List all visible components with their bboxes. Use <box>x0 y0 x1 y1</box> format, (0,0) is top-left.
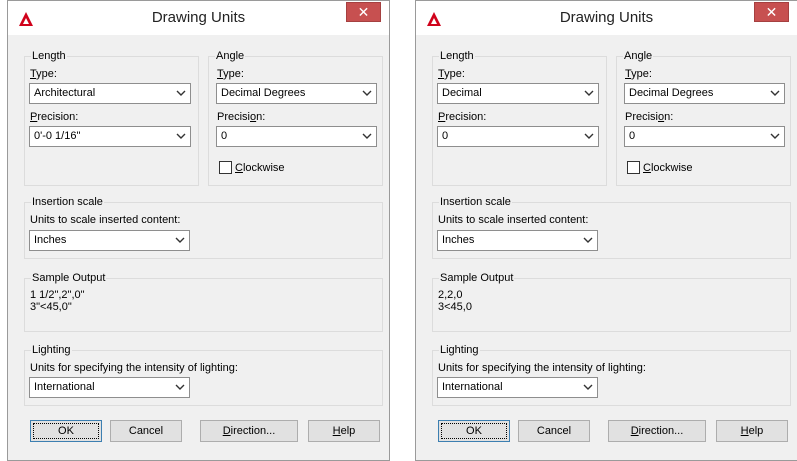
lighting-group-label: Lighting <box>31 344 72 357</box>
direction-button[interactable]: Direction... <box>200 420 298 442</box>
angle-precision-select[interactable]: 0 <box>216 126 377 147</box>
chevron-down-icon <box>770 90 780 96</box>
chevron-down-icon <box>583 384 593 390</box>
ok-button[interactable]: OK <box>438 420 510 442</box>
angle-type-select[interactable]: Decimal Degrees <box>216 83 377 104</box>
angle-type-label: Type: <box>217 68 244 80</box>
close-icon: ✕ <box>357 4 370 20</box>
length-type-label: Type: <box>438 68 465 80</box>
clockwise-label[interactable]: Clockwise <box>235 162 285 175</box>
chevron-down-icon <box>584 133 594 139</box>
help-button[interactable]: Help <box>716 420 788 442</box>
sample-output-group-label: Sample Output <box>31 272 107 285</box>
sample-output-line-1: 1 1/2",2",0" <box>30 289 85 301</box>
insertion-units-select[interactable]: Inches <box>437 230 598 251</box>
length-type-select[interactable]: Architectural <box>29 83 191 104</box>
help-button[interactable]: Help <box>308 420 380 442</box>
angle-precision-label: Precision: <box>625 111 674 123</box>
insertion-scale-group-label: Insertion scale <box>31 196 104 209</box>
length-group-label: Length <box>439 50 475 63</box>
lighting-units-label: Units for specifying the intensity of li… <box>30 362 238 374</box>
chevron-down-icon <box>175 237 185 243</box>
length-precision-label: Precision: <box>30 111 79 123</box>
chevron-down-icon <box>176 133 186 139</box>
length-type-value: Decimal <box>442 87 482 99</box>
title-bar[interactable]: Drawing Units ✕ <box>8 1 389 35</box>
angle-type-value: Decimal Degrees <box>221 87 306 99</box>
lighting-units-value: International <box>442 381 503 393</box>
chevron-down-icon <box>175 384 185 390</box>
angle-group-label: Angle <box>215 50 246 63</box>
lighting-group-label: Lighting <box>439 344 480 357</box>
sample-output-group: Sample Output <box>24 272 383 332</box>
angle-type-value: Decimal Degrees <box>629 87 714 99</box>
close-icon: ✕ <box>765 4 778 20</box>
chevron-down-icon <box>362 90 372 96</box>
sample-output-line-1: 2,2,0 <box>438 289 463 301</box>
direction-button[interactable]: Direction... <box>608 420 706 442</box>
length-type-value: Architectural <box>34 87 96 99</box>
length-precision-label: Precision: <box>438 111 487 123</box>
ok-button-label: OK <box>441 423 507 439</box>
insertion-units-value: Inches <box>34 234 67 246</box>
length-precision-select[interactable]: 0'-0 1/16" <box>29 126 191 147</box>
angle-type-select[interactable]: Decimal Degrees <box>624 83 785 104</box>
cancel-button[interactable]: Cancel <box>518 420 590 442</box>
angle-precision-select[interactable]: 0 <box>624 126 785 147</box>
chevron-down-icon <box>584 90 594 96</box>
insertion-units-label: Units to scale inserted content: <box>438 214 589 226</box>
chevron-down-icon <box>583 237 593 243</box>
drawing-units-dialog-architectural: Drawing Units ✕ Length Type: Architectur… <box>7 0 390 461</box>
sample-output-line-2: 3"<45,0" <box>30 301 72 313</box>
chevron-down-icon <box>362 133 372 139</box>
angle-type-label: Type: <box>625 68 652 80</box>
length-precision-select[interactable]: 0 <box>437 126 599 147</box>
clockwise-checkbox[interactable] <box>627 161 640 174</box>
lighting-units-select[interactable]: International <box>29 377 190 398</box>
close-button[interactable]: ✕ <box>346 2 381 22</box>
insertion-units-label: Units to scale inserted content: <box>30 214 181 226</box>
chevron-down-icon <box>176 90 186 96</box>
sample-output-group: Sample Output <box>432 272 791 332</box>
clockwise-label[interactable]: Clockwise <box>643 162 693 175</box>
cancel-button[interactable]: Cancel <box>110 420 182 442</box>
angle-precision-value: 0 <box>221 130 228 142</box>
sample-output-group-label: Sample Output <box>439 272 515 285</box>
close-button[interactable]: ✕ <box>754 2 789 22</box>
lighting-units-select[interactable]: International <box>437 377 598 398</box>
lighting-units-label: Units for specifying the intensity of li… <box>438 362 646 374</box>
angle-precision-label: Precision: <box>217 111 266 123</box>
angle-group-label: Angle <box>623 50 654 63</box>
ok-button-label: OK <box>33 423 99 439</box>
clockwise-checkbox[interactable] <box>219 161 232 174</box>
dialog-title: Drawing Units <box>559 9 654 26</box>
angle-precision-value: 0 <box>629 130 636 142</box>
length-type-select[interactable]: Decimal <box>437 83 599 104</box>
dialog-title: Drawing Units <box>151 9 246 26</box>
chevron-down-icon <box>770 133 780 139</box>
insertion-scale-group-label: Insertion scale <box>439 196 512 209</box>
length-type-label: Type: <box>30 68 57 80</box>
drawing-units-dialog-decimal: Drawing Units ✕ Length Type: Decimal Pre… <box>415 0 797 461</box>
ok-button[interactable]: OK <box>30 420 102 442</box>
length-precision-value: 0'-0 1/16" <box>34 130 81 142</box>
insertion-units-value: Inches <box>442 234 475 246</box>
lighting-units-value: International <box>34 381 95 393</box>
sample-output-line-2: 3<45,0 <box>438 301 472 313</box>
length-precision-value: 0 <box>442 130 449 142</box>
title-bar[interactable]: Drawing Units ✕ <box>416 1 797 35</box>
length-group-label: Length <box>31 50 67 63</box>
insertion-units-select[interactable]: Inches <box>29 230 190 251</box>
